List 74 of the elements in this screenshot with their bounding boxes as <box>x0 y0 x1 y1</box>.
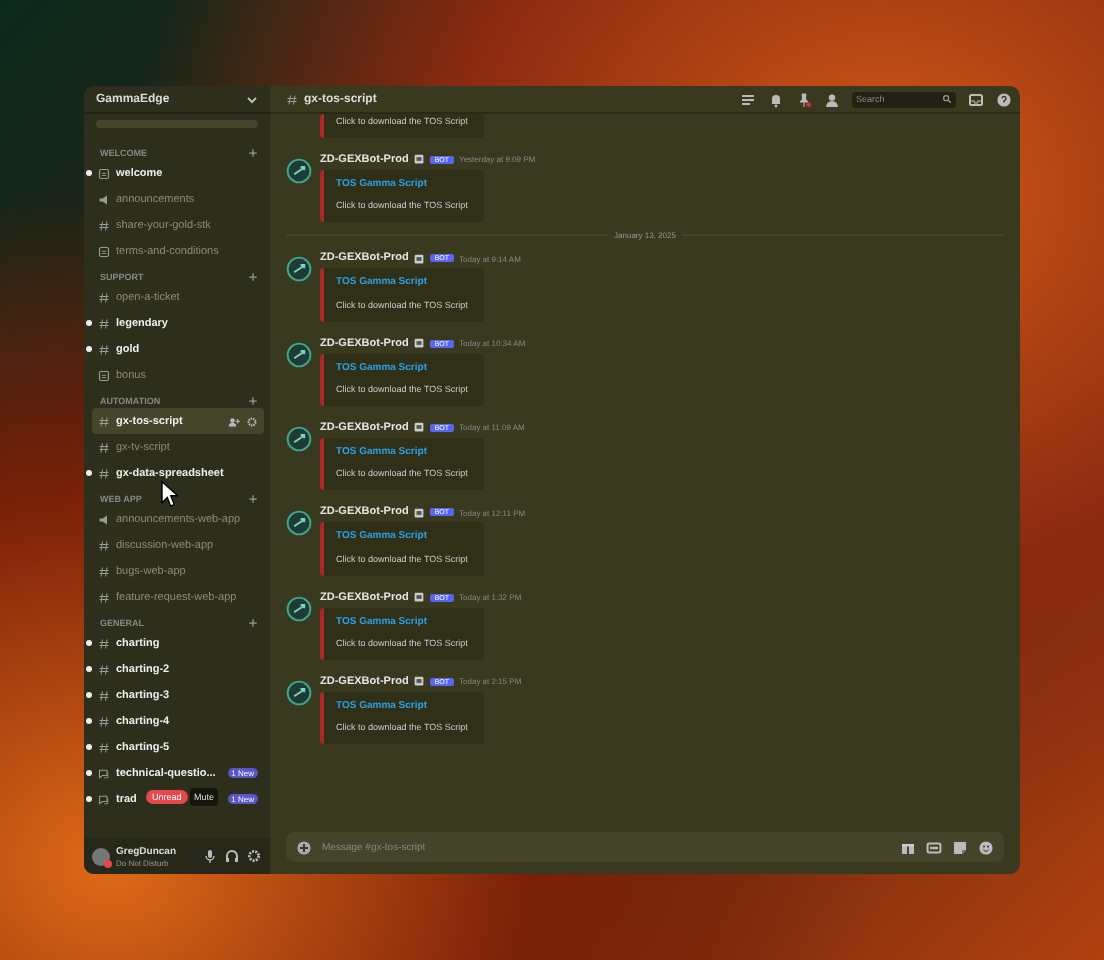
bot-avatar <box>286 595 312 622</box>
hash-icon <box>98 317 110 329</box>
app-icon <box>414 338 425 349</box>
hash-icon <box>98 637 110 649</box>
rules-icon <box>98 369 110 381</box>
settings-icon[interactable] <box>246 415 258 427</box>
unread-dot <box>86 640 92 646</box>
hash-icon <box>98 467 110 479</box>
bot-avatar <box>286 425 312 452</box>
rules-icon <box>98 245 110 257</box>
inbox-icon[interactable] <box>968 91 984 107</box>
unread-dot <box>86 320 92 326</box>
pin-icon[interactable] <box>796 91 812 107</box>
app-icon <box>414 592 425 603</box>
members-icon[interactable] <box>824 91 840 107</box>
hash-icon <box>98 219 110 231</box>
hash-icon <box>98 715 110 727</box>
add-channel-icon[interactable] <box>248 618 258 628</box>
gift-icon[interactable] <box>900 839 916 855</box>
add-channel-icon[interactable] <box>248 272 258 282</box>
mouse-cursor-icon <box>160 480 178 508</box>
unread-dot <box>86 666 92 672</box>
unread-dot <box>86 170 92 176</box>
hash-icon <box>98 663 110 675</box>
megaphone-icon <box>98 193 110 205</box>
unread-dot <box>86 470 92 476</box>
unread-dot <box>86 796 92 802</box>
hash-icon <box>98 441 110 453</box>
bot-avatar <box>286 157 312 184</box>
add-channel-icon[interactable] <box>248 396 258 406</box>
app-icon <box>414 253 425 264</box>
megaphone-icon <box>98 513 110 525</box>
unread-dot <box>86 744 92 750</box>
rules-icon <box>98 167 110 179</box>
help-icon[interactable] <box>996 91 1012 107</box>
sticker-icon[interactable] <box>952 839 968 855</box>
app-icon <box>414 422 425 433</box>
unread-dot <box>86 346 92 352</box>
threads-icon[interactable] <box>740 91 756 107</box>
avatar[interactable] <box>92 847 110 865</box>
bot-avatar <box>286 679 312 706</box>
hash-icon <box>98 591 110 603</box>
app-icon <box>414 154 425 165</box>
bot-avatar <box>286 341 312 368</box>
hash-icon <box>98 343 110 355</box>
forum-icon <box>98 767 110 779</box>
hash-icon <box>98 565 110 577</box>
microphone-icon[interactable] <box>202 848 218 864</box>
add-channel-icon[interactable] <box>248 148 258 158</box>
bot-avatar <box>286 256 312 283</box>
hash-icon <box>98 291 110 303</box>
chevron-icon[interactable] <box>244 91 260 107</box>
hash-icon <box>286 93 298 105</box>
forum-icon <box>98 793 110 805</box>
search-icon[interactable] <box>942 94 952 104</box>
hash-icon <box>98 415 110 427</box>
add-channel-icon[interactable] <box>248 494 258 504</box>
invite-icon[interactable] <box>228 415 240 427</box>
headphones-icon[interactable] <box>224 848 240 864</box>
settings-icon[interactable] <box>246 848 262 864</box>
hash-icon <box>98 539 110 551</box>
hash-icon <box>98 741 110 753</box>
bot-avatar <box>286 510 312 537</box>
app-icon <box>414 507 425 518</box>
plus-icon[interactable] <box>296 839 312 855</box>
unread-dot <box>86 692 92 698</box>
bell-icon[interactable] <box>768 91 784 107</box>
unread-dot <box>86 770 92 776</box>
unread-dot <box>86 718 92 724</box>
app-icon <box>414 676 425 687</box>
gif-icon[interactable] <box>926 839 942 855</box>
status-icon <box>104 859 112 867</box>
hash-icon <box>98 689 110 701</box>
emoji-icon[interactable] <box>978 839 994 855</box>
